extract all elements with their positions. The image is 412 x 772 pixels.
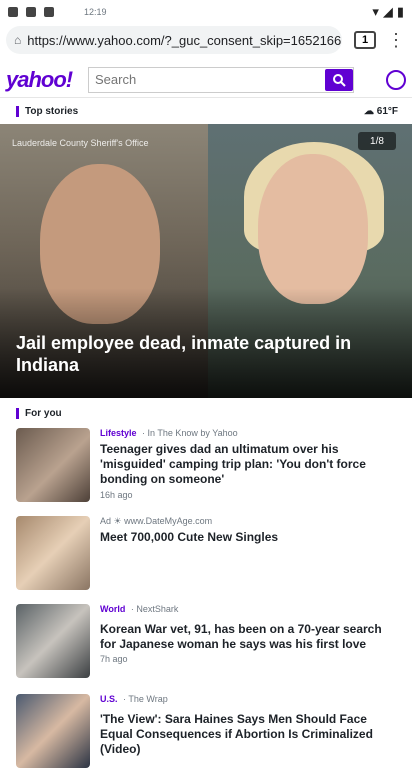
story-source: · In The Know by Yahoo bbox=[142, 428, 238, 438]
story-source: · NextShark bbox=[130, 604, 179, 614]
hero-story[interactable]: Lauderdale County Sheriff's Office 1/8 J… bbox=[0, 124, 412, 398]
list-item[interactable]: World · NextShark Korean War vet, 91, ha… bbox=[16, 604, 396, 682]
story-title[interactable]: Teenager gives dad an ultimatum over his… bbox=[100, 442, 400, 487]
section-label: For you bbox=[25, 408, 62, 419]
hero-headline[interactable]: Jail employee dead, inmate captured in I… bbox=[16, 332, 396, 376]
story-category[interactable]: Lifestyle bbox=[100, 428, 137, 438]
search-input[interactable] bbox=[89, 67, 323, 92]
status-bar: 12:19 ▾ ◢ ▮ bbox=[0, 0, 412, 24]
story-meta: U.S. · The Wrap bbox=[100, 694, 168, 704]
list-item[interactable]: U.S. · The Wrap 'The View': Sara Haines … bbox=[16, 694, 396, 772]
status-time: 12:19 bbox=[84, 7, 107, 17]
story-title[interactable]: Korean War vet, 91, has been on a 70-yea… bbox=[100, 622, 400, 652]
search-box bbox=[88, 66, 354, 93]
ad-thumbnail[interactable] bbox=[16, 516, 90, 590]
yahoo-header: yahoo! bbox=[0, 62, 412, 98]
story-category[interactable]: World bbox=[100, 604, 125, 614]
status-right: ▾ ◢ ▮ bbox=[372, 4, 404, 20]
photo-credit: Lauderdale County Sheriff's Office bbox=[12, 138, 149, 148]
weather-widget[interactable]: ☁ 61°F bbox=[364, 106, 398, 117]
ad-title[interactable]: Meet 700,000 Cute New Singles bbox=[100, 530, 400, 545]
notification-icon bbox=[44, 7, 54, 17]
profile-icon[interactable] bbox=[386, 69, 406, 90]
story-source: · The Wrap bbox=[123, 694, 168, 704]
browser-toolbar: ⌂ https://www.yahoo.com/?_guc_consent_sk… bbox=[0, 24, 412, 56]
list-item[interactable]: Lifestyle · In The Know by Yahoo Teenage… bbox=[16, 428, 396, 506]
address-bar[interactable]: ⌂ https://www.yahoo.com/?_guc_consent_sk… bbox=[6, 26, 342, 54]
ad-source: ☀ www.DateMyAge.com bbox=[113, 516, 213, 526]
portrait-photo bbox=[258, 154, 368, 304]
list-item[interactable]: Ad ☀ www.DateMyAge.com Meet 700,000 Cute… bbox=[16, 516, 396, 594]
story-meta: World · NextShark bbox=[100, 604, 178, 614]
wifi-icon: ▾ bbox=[372, 4, 379, 19]
notification-icon bbox=[26, 7, 36, 17]
story-time: 16h ago bbox=[100, 490, 133, 500]
story-thumbnail[interactable] bbox=[16, 604, 90, 678]
ad-label: Ad bbox=[100, 516, 112, 526]
story-thumbnail[interactable] bbox=[16, 694, 90, 768]
section-for-you: For you bbox=[16, 408, 62, 419]
search-button[interactable] bbox=[325, 68, 353, 91]
url-text[interactable]: https://www.yahoo.com/?_guc_consent_skip… bbox=[27, 33, 341, 48]
signal-icon: ◢ bbox=[382, 4, 393, 19]
tab-switcher-button[interactable]: 1 bbox=[354, 31, 376, 49]
story-meta: Ad ☀ www.DateMyAge.com bbox=[100, 516, 212, 527]
overflow-menu-icon[interactable]: ⋮ bbox=[386, 31, 406, 49]
home-icon[interactable]: ⌂ bbox=[14, 33, 21, 47]
notification-icon bbox=[8, 7, 18, 17]
section-marker bbox=[16, 408, 19, 419]
battery-icon: ▮ bbox=[396, 4, 404, 19]
cloud-icon: ☁ bbox=[363, 106, 374, 117]
section-top-stories: Top stories bbox=[16, 106, 78, 117]
story-time: 7h ago bbox=[100, 654, 128, 664]
section-marker bbox=[16, 106, 19, 117]
story-meta: Lifestyle · In The Know by Yahoo bbox=[100, 428, 238, 438]
search-icon bbox=[333, 73, 346, 87]
weather-temp: 61°F bbox=[376, 106, 398, 117]
story-category[interactable]: U.S. bbox=[100, 694, 118, 704]
slide-counter: 1/8 bbox=[358, 132, 396, 150]
yahoo-logo[interactable]: yahoo! bbox=[6, 67, 82, 93]
section-label: Top stories bbox=[25, 106, 79, 117]
story-thumbnail[interactable] bbox=[16, 428, 90, 502]
story-title[interactable]: 'The View': Sara Haines Says Men Should … bbox=[100, 712, 400, 757]
